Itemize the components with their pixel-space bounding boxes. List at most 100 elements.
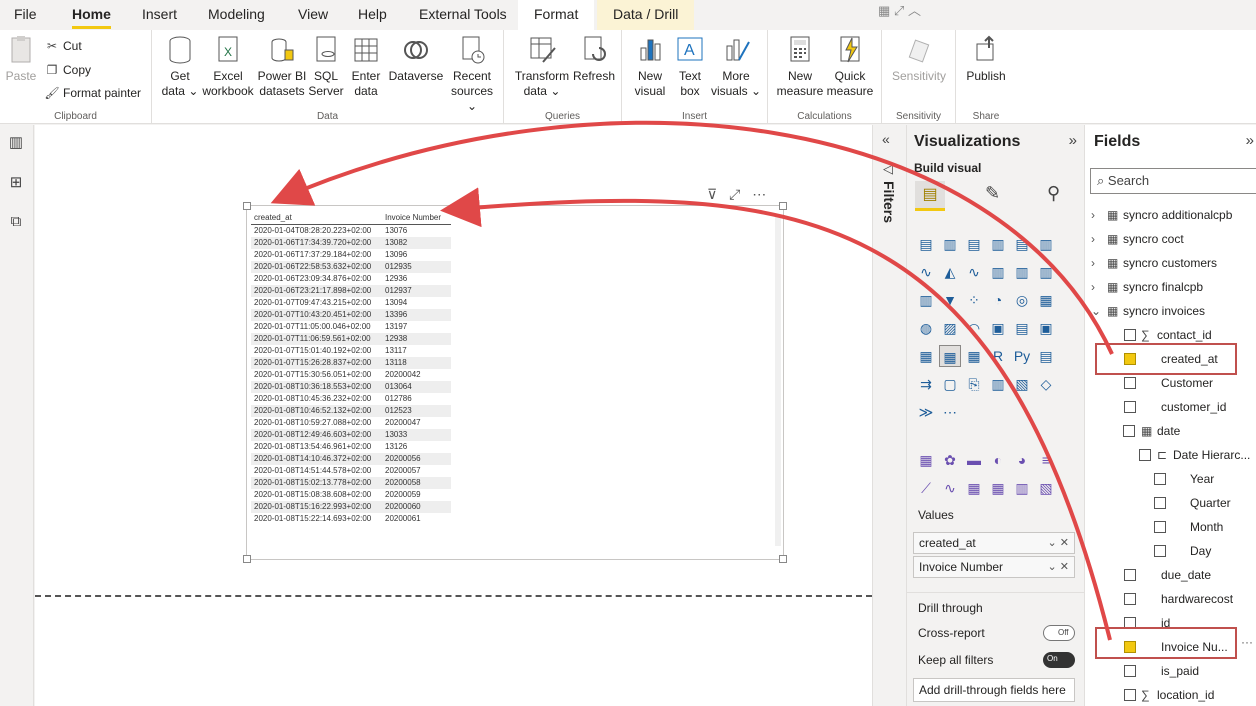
table-row[interactable]: 2020-01-08T15:08:38.608+02:00 20200059 xyxy=(251,489,451,501)
table-icon[interactable]: ▦ xyxy=(939,345,961,367)
table-row[interactable]: 2020-01-08T10:36:18.553+02:00 013064 xyxy=(251,381,451,393)
grid-icon[interactable]: ▦ xyxy=(878,3,890,18)
more-options-icon[interactable]: ⋯ xyxy=(752,186,766,202)
field-checkbox[interactable] xyxy=(1139,449,1151,461)
table-row[interactable]: 2020-01-07T15:01:40.192+02:00 13117 xyxy=(251,345,451,357)
table-visual[interactable]: ⊽ ⤢ ⋯ created_at Invoice Number 2020-01-… xyxy=(243,186,787,563)
values-well-invoice-number[interactable]: Invoice Number ⌄ ✕ xyxy=(913,556,1075,578)
field-item[interactable]: Month xyxy=(1085,517,1256,537)
decomposition-tree-icon[interactable]: ⇉ xyxy=(915,373,937,395)
line-column-chart-icon[interactable]: ▥ xyxy=(987,261,1009,283)
field-checkbox[interactable] xyxy=(1124,401,1136,413)
vertical-scrollbar[interactable] xyxy=(775,216,781,546)
copy-button[interactable]: ❐ Copy xyxy=(44,60,91,80)
field-item[interactable]: ∑ contact_id xyxy=(1085,325,1256,345)
custom-visual-9-icon[interactable]: ▦ xyxy=(963,477,985,499)
expand-icon[interactable]: ⤢ xyxy=(894,3,904,18)
table-row[interactable]: 2020-01-07T15:30:56.051+02:00 20200042 xyxy=(251,369,451,381)
expand-filters-icon[interactable]: « xyxy=(882,131,890,147)
field-checkbox[interactable] xyxy=(1124,617,1136,629)
field-item[interactable]: Invoice Nu... xyxy=(1085,637,1256,657)
table-node[interactable]: › ▦ syncro customers xyxy=(1085,253,1256,273)
field-item[interactable]: is_paid xyxy=(1085,661,1256,681)
field-item[interactable]: Year xyxy=(1085,469,1256,489)
more-visuals-button[interactable]: More visuals ⌄ xyxy=(710,34,762,99)
field-checkbox[interactable] xyxy=(1154,521,1166,533)
area-chart-icon[interactable]: ◭ xyxy=(939,261,961,283)
qa-icon[interactable]: ▢ xyxy=(939,373,961,395)
field-checkbox[interactable] xyxy=(1124,641,1136,653)
focus-mode-icon[interactable]: ⤢ xyxy=(729,186,740,202)
filled-map-icon[interactable]: ▨ xyxy=(939,317,961,339)
collapse-fields-icon[interactable]: » xyxy=(1246,132,1254,149)
menu-tab-external-tools[interactable]: External Tools xyxy=(419,0,507,30)
field-item[interactable]: ⌄⊏Date Hierarc... xyxy=(1085,445,1256,465)
stacked-bar-chart-icon[interactable]: ▤ xyxy=(915,233,937,255)
chevron-down-icon[interactable]: ⌄ xyxy=(1091,301,1101,321)
field-checkbox[interactable] xyxy=(1123,425,1135,437)
keep-all-filters-toggle[interactable]: On xyxy=(1043,652,1075,668)
table-row[interactable]: 2020-01-06T23:21:17.898+02:00 012937 xyxy=(251,285,451,297)
scatter-chart-icon[interactable]: ⁘ xyxy=(963,289,985,311)
pie-chart-icon[interactable]: ◔ xyxy=(987,289,1009,311)
gauge-icon[interactable]: ◠ xyxy=(963,317,985,339)
table-node[interactable]: ⌄ ▦ syncro invoices xyxy=(1085,301,1256,321)
table-row[interactable]: 2020-01-06T23:09:34.876+02:00 12936 xyxy=(251,273,451,285)
donut-chart-icon[interactable]: ◎ xyxy=(1011,289,1033,311)
table-row[interactable]: 2020-01-08T14:10:46.372+02:00 20200056 xyxy=(251,453,451,465)
power-apps-icon[interactable]: ▥ xyxy=(987,373,1009,395)
field-checkbox[interactable] xyxy=(1124,329,1136,341)
report-view-icon[interactable]: ▥ xyxy=(6,133,26,153)
table-row[interactable]: 2020-01-08T10:59:27.088+02:00 20200047 xyxy=(251,417,451,429)
field-checkbox[interactable] xyxy=(1154,545,1166,557)
text-box-button[interactable]: A Text box xyxy=(672,34,708,99)
table-row[interactable]: 2020-01-08T10:45:36.232+02:00 012786 xyxy=(251,393,451,405)
values-well-created-at[interactable]: created_at ⌄ ✕ xyxy=(913,532,1075,554)
resize-handle[interactable] xyxy=(243,202,251,210)
menu-tab-format[interactable]: Format xyxy=(518,0,595,30)
cut-button[interactable]: ✂ Cut xyxy=(44,36,82,56)
clustered-column-chart-icon[interactable]: ▥ xyxy=(987,233,1009,255)
custom-visual-1-icon[interactable]: ▦ xyxy=(915,449,937,471)
sql-server-button[interactable]: SQL Server xyxy=(308,34,344,99)
field-item[interactable]: customer_id xyxy=(1085,397,1256,417)
multi-row-card-icon[interactable]: ▤ xyxy=(1011,317,1033,339)
map-icon[interactable]: ◍ xyxy=(915,317,937,339)
card-icon[interactable]: ▣ xyxy=(987,317,1009,339)
chevron-right-icon[interactable]: › xyxy=(1091,277,1095,297)
report-canvas[interactable]: ⊽ ⤢ ⋯ created_at Invoice Number 2020-01-… xyxy=(35,125,872,706)
enter-data-button[interactable]: Enter data xyxy=(346,34,386,99)
table-row[interactable]: 2020-01-08T15:16:22.993+02:00 20200060 xyxy=(251,501,451,513)
new-visual-button[interactable]: New visual xyxy=(630,34,670,99)
more-visuals-icon[interactable]: ⋯ xyxy=(939,401,961,423)
table-row[interactable]: 2020-01-08T12:49:46.603+02:00 13033 xyxy=(251,429,451,441)
custom-visual-5-icon[interactable]: ◕ xyxy=(1011,449,1033,471)
custom-visual-4-icon[interactable]: ◐ xyxy=(987,449,1009,471)
filter-icon[interactable]: ⊽ xyxy=(707,186,717,202)
resize-handle[interactable] xyxy=(243,555,251,563)
paginated-report-icon[interactable]: ⎘ xyxy=(963,373,985,395)
menu-tab-view[interactable]: View xyxy=(298,0,328,30)
field-item[interactable]: ∑ location_id xyxy=(1085,685,1256,705)
custom-visual-11-icon[interactable]: ▥ xyxy=(1011,477,1033,499)
metrics-icon[interactable]: ≫ xyxy=(915,401,937,423)
add-drill-through-fields-well[interactable]: Add drill-through fields here xyxy=(913,678,1075,702)
table-row[interactable]: 2020-01-07T09:47:43.215+02:00 13094 xyxy=(251,297,451,309)
table-row[interactable]: 2020-01-08T15:02:13.778+02:00 20200058 xyxy=(251,477,451,489)
field-checkbox[interactable] xyxy=(1124,353,1136,365)
custom-visual-6-icon[interactable]: ≡ xyxy=(1035,449,1057,471)
menu-tab-data-drill[interactable]: Data / Drill xyxy=(597,0,695,30)
table-row[interactable]: 2020-01-08T15:22:14.693+02:00 20200061 xyxy=(251,513,451,525)
slicer-icon[interactable]: ▦ xyxy=(915,345,937,367)
field-item[interactable]: created_at xyxy=(1085,349,1256,369)
menu-tab-home[interactable]: Home xyxy=(72,0,111,30)
r-visual-icon[interactable]: R xyxy=(987,345,1009,367)
filters-pane-collapsed[interactable]: « ◁ Filters xyxy=(872,125,905,706)
data-view-icon[interactable]: ⊞ xyxy=(6,173,26,193)
field-item[interactable]: Quarter xyxy=(1085,493,1256,513)
table-row[interactable]: 2020-01-07T15:26:28.837+02:00 13118 xyxy=(251,357,451,369)
refresh-button[interactable]: Refresh xyxy=(572,34,616,84)
power-bi-datasets-button[interactable]: Power BI datasets xyxy=(256,34,308,99)
line-clustered-column-icon[interactable]: ▥ xyxy=(1011,261,1033,283)
field-more-options-icon[interactable]: ··· xyxy=(1241,635,1253,649)
